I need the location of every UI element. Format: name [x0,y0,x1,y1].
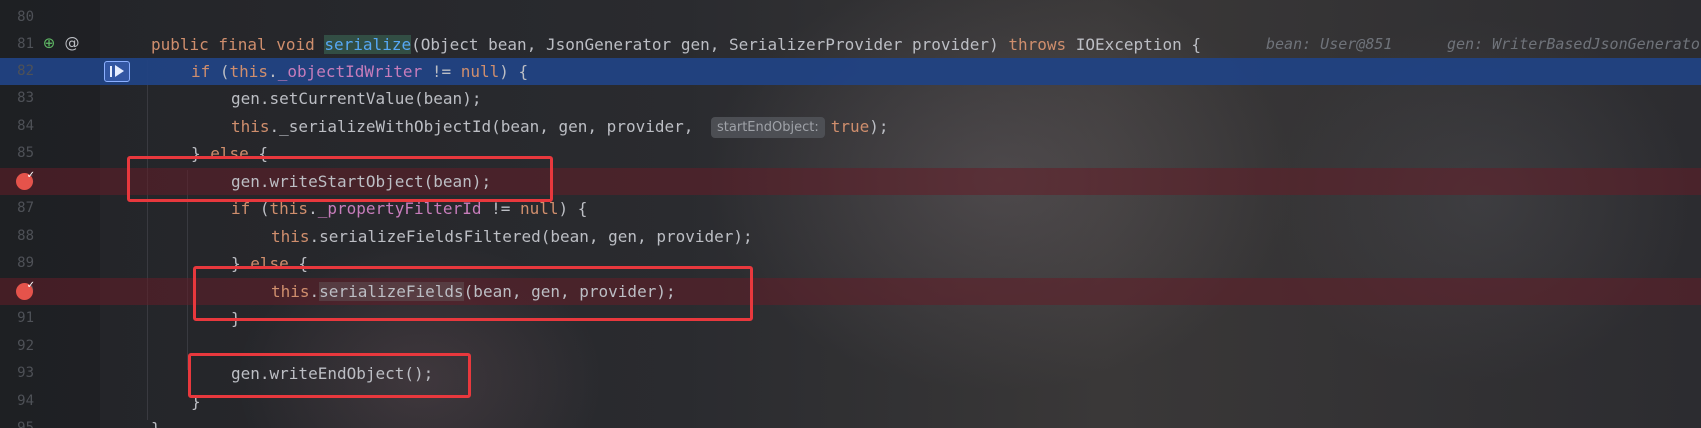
breakpoint-icon[interactable]: ✓ [16,170,35,190]
annotation-box-write-end-object [188,353,471,398]
execution-point-icon[interactable] [104,61,130,82]
line-number: 91 [17,310,34,326]
line-number: 94 [17,393,34,409]
code-text: if (this._objectIdWriter != null) { [191,62,529,81]
line-number: 87 [17,200,34,216]
breakpoint-icon[interactable]: ✓ [16,280,35,300]
line-number: 81 [17,36,34,52]
code-line-88[interactable]: 88 this.serializeFieldsFiltered(bean, ge… [0,223,1701,250]
code-text: } [151,415,161,428]
code-text: gen.setCurrentValue(bean); [231,89,482,108]
line-number: 89 [17,255,34,271]
code-line-80[interactable]: 80 [0,4,1701,31]
line-number: 92 [17,338,34,354]
line-number: 85 [17,145,34,161]
code-line-84[interactable]: 84 this._serializeWithObjectId(bean, gen… [0,113,1701,140]
parameter-hint: startEndObject: [711,117,825,138]
inline-debug-value-bean: bean: User@851 [1266,35,1393,53]
line-number: 83 [17,90,34,106]
code-text: this.serializeFieldsFiltered(bean, gen, … [271,227,753,246]
code-line-83[interactable]: 83 gen.setCurrentValue(bean); [0,85,1701,112]
method-name: serialize [324,35,412,54]
annotation-box-serialize-fields [193,266,753,321]
line-number: 84 [17,118,34,134]
annotation-box-write-start-object [127,156,553,202]
line-number: 82 [17,63,34,79]
line-number: 88 [17,228,34,244]
line-number: 80 [17,9,34,25]
code-editor[interactable]: 80 81 public final void serialize(Object… [0,0,1701,428]
method-signature: public final void serialize(Object bean,… [151,35,1201,54]
override-method-icon[interactable]: ⊕ [40,34,58,52]
line-number: 93 [17,365,34,381]
line-number: 95 [17,420,34,428]
code-line-95[interactable]: 95 } [0,415,1701,428]
code-text: this._serializeWithObjectId(bean, gen, p… [231,117,889,138]
code-line-81[interactable]: 81 public final void serialize(Object be… [0,31,1701,58]
annotation-icon[interactable]: @ [63,34,81,52]
code-line-82-execution-point[interactable]: 82 if (this._objectIdWriter != null) { [0,58,1701,85]
inline-debug-value-gen: gen: WriterBasedJsonGenerator [1447,35,1701,53]
